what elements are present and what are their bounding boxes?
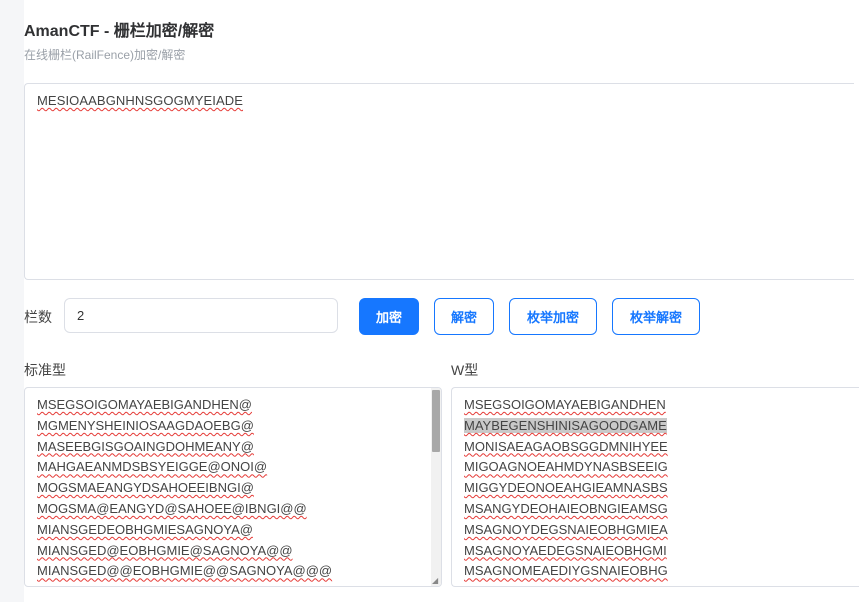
result-line: MGMENYSHEINIOSAAGDAOEBG@ — [37, 416, 429, 437]
result-line-text: MIANSGED@@EOBHGMIE@@SAGNOYA@@@ — [37, 563, 333, 579]
result-line-text: MGMENYSHEINIOSAAGDAOEBG@ — [37, 417, 254, 433]
result-line: MAHGAEANMDSBSYEIGGE@ONOI@ — [37, 457, 429, 478]
input-text: MESIOAABGNHNSGOGMYEIADE — [37, 93, 244, 108]
result-line: MAYBEGENSHINISAGOODGAME — [464, 416, 859, 437]
result-line: MSAGNOYDEGSNAIEOBHGMIEA — [464, 520, 859, 541]
result-line-text: MSAGNOMEAEDIYGSNAIEOBHG — [464, 563, 668, 579]
result-line: MONISAEAGAOBSGGDMNIHYEE — [464, 437, 859, 458]
result-line: MSAGNOYAEDEGSNAIEOBHGMI — [464, 541, 859, 562]
result-line-text: MIGOAGNOEAHMDYNASBSEEIG — [464, 459, 668, 475]
rails-input[interactable]: 2 — [64, 298, 338, 333]
page-subtitle: 在线栅栏(RailFence)加密/解密 — [24, 48, 186, 62]
result-line-text: MSANGYDEOHAIEOBNGIEAMSG — [464, 500, 668, 516]
result-line: MOGSMAEANGYDSAHOEEIBNGI@ — [37, 478, 429, 499]
wtype-result-box[interactable]: MSEGSOIGOMAYAEBIGANDHEN MAYBEGENSHINISAGO… — [451, 387, 859, 587]
result-line-text: MIGGYDEONOEAHGIEAMNASBS — [464, 480, 668, 496]
result-line-text: MAYBEGENSHINISAGOODGAME — [464, 417, 667, 433]
result-line: MASEEBGISGOAINGDOHMEANY@ — [37, 437, 429, 458]
result-line-text: MASEEBGISGOAINGDOHMEANY@ — [37, 438, 254, 454]
result-line-text: MSAGNOYDEGSNAIEOBHGMIEA — [464, 521, 668, 537]
result-line-text: MONISAEAGAOBSGGDMNIHYEE — [464, 438, 668, 454]
wtype-result-lines: MSEGSOIGOMAYAEBIGANDHEN MAYBEGENSHINISAGO… — [452, 388, 859, 582]
result-line: MSEGSOIGOMAYAEBIGANDHEN — [464, 395, 859, 416]
rails-label: 栏数 — [24, 309, 52, 325]
result-line: MIGOAGNOEAHMDYNASBSEEIG — [464, 457, 859, 478]
plaintext-input[interactable]: MESIOAABGNHNSGOGMYEIADE — [24, 83, 854, 280]
standard-scroll-thumb[interactable] — [432, 390, 440, 452]
page-title: AmanCTF - 栅栏加密/解密 — [24, 23, 215, 40]
decrypt-button[interactable]: 解密 — [434, 298, 494, 335]
result-line-text: MSAGNOYAEDEGSNAIEOBHGMI — [464, 542, 667, 558]
resize-grip-icon[interactable]: ◢ — [432, 577, 440, 585]
result-line-text: MIANSGEDEOBHGMIESAGNOYA@ — [37, 521, 253, 537]
result-line: MIANSGEDEOBHGMIESAGNOYA@ — [37, 520, 429, 541]
wtype-label: W型 — [451, 362, 479, 378]
result-line-text: MSEGSOIGOMAYAEBIGANDHEN — [464, 397, 666, 412]
result-line: MSEGSOIGOMAYAEBIGANDHEN@ — [37, 395, 429, 416]
result-line: MSANGYDEOHAIEOBNGIEAMSG — [464, 499, 859, 520]
result-line: MOGSMA@EANGYD@SAHOEE@IBNGI@@ — [37, 499, 429, 520]
result-line: MIGGYDEONOEAHGIEAMNASBS — [464, 478, 859, 499]
brute-encrypt-button[interactable]: 枚举加密 — [509, 298, 597, 335]
encrypt-button[interactable]: 加密 — [359, 298, 419, 335]
result-line-text: MAHGAEANMDSBSYEIGGE@ONOI@ — [37, 459, 268, 475]
brute-decrypt-button[interactable]: 枚举解密 — [612, 298, 700, 335]
result-line-text: MOGSMAEANGYDSAHOEEIBNGI@ — [37, 480, 254, 496]
standard-scrollbar[interactable] — [431, 388, 441, 586]
standard-label: 标准型 — [24, 362, 66, 378]
result-line: MIANSGED@@EOBHGMIE@@SAGNOYA@@@ — [37, 561, 429, 582]
result-line-text: MOGSMA@EANGYD@SAHOEE@IBNGI@@ — [37, 500, 307, 516]
standard-result-lines: MSEGSOIGOMAYAEBIGANDHEN@ MGMENYSHEINIOSAA… — [25, 388, 441, 582]
result-line: MSAGNOMEAEDIYGSNAIEOBHG — [464, 561, 859, 582]
result-line-text: MSEGSOIGOMAYAEBIGANDHEN@ — [37, 397, 252, 412]
result-line-text: MIANSGED@EOBHGMIE@SAGNOYA@@ — [37, 542, 293, 558]
result-line: MIANSGED@EOBHGMIE@SAGNOYA@@ — [37, 541, 429, 562]
standard-result-box[interactable]: MSEGSOIGOMAYAEBIGANDHEN@ MGMENYSHEINIOSAA… — [24, 387, 442, 587]
